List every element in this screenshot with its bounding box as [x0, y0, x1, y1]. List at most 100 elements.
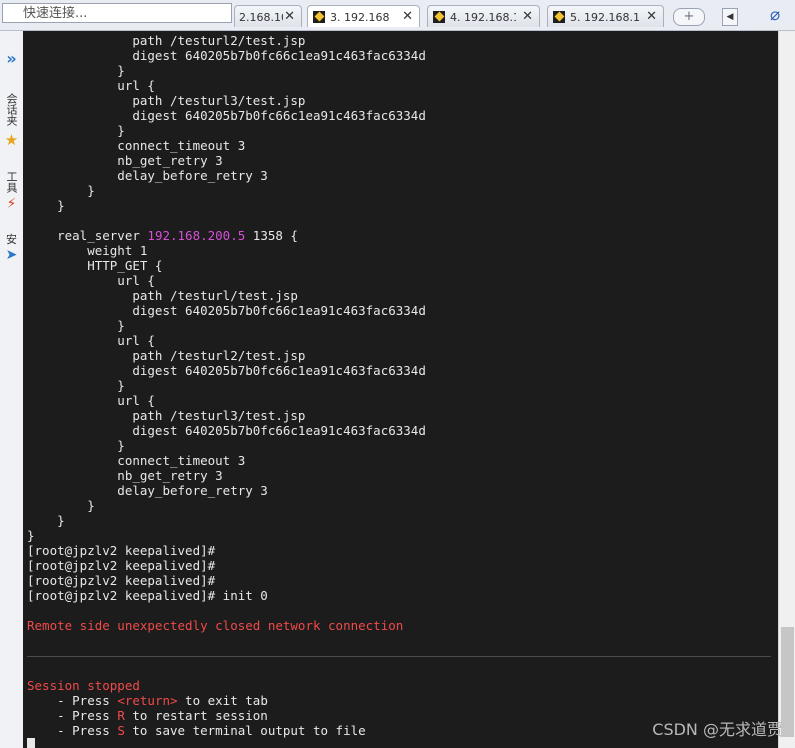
- send-icon[interactable]: ➤: [0, 247, 23, 263]
- left-arrow-icon[interactable]: ◀: [722, 8, 738, 26]
- terminal-line: path /testurl2/test.jsp: [27, 33, 426, 48]
- line-text: [root@jpzlv2 keepalived]#: [27, 543, 216, 558]
- close-tab-icon[interactable]: ✕: [284, 9, 295, 24]
- tab-session-3[interactable]: 3. 192.168 ✕: [307, 5, 420, 27]
- tab-label: 2.168.10: [239, 11, 283, 24]
- line-text: digest 640205b7b0fc66c1ea91c463fac6334d: [27, 363, 426, 378]
- line-text: url {: [27, 273, 155, 288]
- tab-session-2[interactable]: 2.168.10 ✕: [234, 5, 302, 27]
- terminal-line: digest 640205b7b0fc66c1ea91c463fac6334d: [27, 363, 426, 378]
- expand-sidebar-icon[interactable]: »: [0, 49, 23, 68]
- line-text: }: [27, 198, 65, 213]
- hint-text: - Press: [27, 723, 118, 738]
- terminal-line: [root@jpzlv2 keepalived]#: [27, 543, 426, 558]
- terminal-line: digest 640205b7b0fc66c1ea91c463fac6334d: [27, 423, 426, 438]
- line-text: weight 1: [27, 243, 148, 258]
- line-text: digest 640205b7b0fc66c1ea91c463fac6334d: [27, 108, 426, 123]
- terminal-line: }: [27, 498, 426, 513]
- paperclip-icon[interactable]: ⌀: [770, 5, 780, 25]
- terminal-line: url {: [27, 393, 426, 408]
- real-server-ip: 192.168.200.5: [147, 228, 246, 243]
- terminal-line: connect_timeout 3: [27, 453, 426, 468]
- terminal-line: digest 640205b7b0fc66c1ea91c463fac6334d: [27, 108, 426, 123]
- sessions-label: 会话夹: [5, 93, 18, 126]
- terminal-line: path /testurl3/test.jsp: [27, 408, 426, 423]
- terminal-line: [root@jpzlv2 keepalived]#: [27, 573, 426, 588]
- terminal-line: }: [27, 513, 426, 528]
- add-tab-icon[interactable]: +: [673, 8, 705, 26]
- hint-key: <return>: [117, 693, 178, 708]
- terminal-line: path /testurl/test.jsp: [27, 288, 426, 303]
- terminal-line: }: [27, 318, 426, 333]
- terminal-icon: [313, 11, 325, 23]
- tab-bar: 快速连接... 2.168.10 ✕ 3. 192.168 ✕ 4. 192.1…: [0, 0, 795, 31]
- tab-session-4[interactable]: 4. 192.168.10 ✕: [427, 5, 540, 27]
- install-label[interactable]: 安: [0, 231, 23, 247]
- line-text: }: [27, 513, 65, 528]
- terminal-line: }: [27, 183, 426, 198]
- line-text: path /testurl3/test.jsp: [27, 408, 306, 423]
- terminal-line: url {: [27, 78, 426, 93]
- line-text: [root@jpzlv2 keepalived]# init 0: [27, 588, 268, 603]
- line-text: }: [27, 378, 125, 393]
- hint-key: R: [117, 708, 125, 723]
- terminal-line: real_server 192.168.200.5 1358 {: [27, 228, 426, 243]
- terminal-line: - Press S to save terminal output to fil…: [27, 723, 426, 738]
- terminal-output[interactable]: path /testurl2/test.jsp digest 640205b7b…: [23, 31, 778, 748]
- close-tab-icon[interactable]: ✕: [402, 9, 413, 24]
- terminal-line: Session stopped: [27, 678, 426, 693]
- watermark: CSDN @无求道贾: [652, 720, 783, 739]
- line-text: }: [27, 528, 35, 543]
- terminal-line: weight 1: [27, 243, 426, 258]
- hint-text: - Press: [27, 693, 118, 708]
- tab-session-5[interactable]: 5. 192.168.10 ✕: [547, 5, 664, 27]
- terminal-line: }: [27, 63, 426, 78]
- hint-text: to save terminal output to file: [124, 723, 366, 738]
- line-text: digest 640205b7b0fc66c1ea91c463fac6334d: [27, 48, 426, 63]
- terminal-line: path /testurl2/test.jsp: [27, 348, 426, 363]
- terminal-cursor: [27, 738, 35, 748]
- hint-text: to restart session: [124, 708, 268, 723]
- line-text: }: [27, 498, 95, 513]
- error-message: Remote side unexpectedly closed network …: [27, 618, 404, 633]
- left-sidebar: » 会话夹 ★ 工具 ⚡ 安 ➤: [0, 31, 24, 748]
- line-text: }: [27, 123, 125, 138]
- close-tab-icon[interactable]: ✕: [522, 9, 533, 24]
- terminal-line: }: [27, 378, 426, 393]
- plugin-icon[interactable]: ⚡: [0, 196, 23, 212]
- line-text: digest 640205b7b0fc66c1ea91c463fac6334d: [27, 423, 426, 438]
- terminal-line: delay_before_retry 3: [27, 168, 426, 183]
- tab-label: 3. 192.168: [330, 11, 390, 24]
- line-text: path /testurl2/test.jsp: [27, 348, 306, 363]
- terminal-line: digest 640205b7b0fc66c1ea91c463fac6334d: [27, 303, 426, 318]
- terminal-icon: [553, 11, 565, 23]
- tools-panel-label[interactable]: 工具: [0, 171, 23, 195]
- line-text: nb_get_retry 3: [27, 153, 223, 168]
- terminal-line: }: [27, 123, 426, 138]
- terminal-line: }: [27, 528, 426, 543]
- terminal-line: connect_timeout 3: [27, 138, 426, 153]
- terminal-line: url {: [27, 273, 426, 288]
- vertical-scrollbar[interactable]: [778, 31, 795, 748]
- terminal-text: path /testurl2/test.jsp digest 640205b7b…: [27, 33, 426, 738]
- quick-connect-input[interactable]: 快速连接...: [2, 3, 232, 23]
- line-text: path /testurl2/test.jsp: [27, 33, 306, 48]
- terminal-line: Remote side unexpectedly closed network …: [27, 618, 426, 633]
- terminal-icon: [433, 11, 445, 23]
- tools-label: 工具: [5, 171, 18, 193]
- close-tab-icon[interactable]: ✕: [646, 9, 657, 24]
- terminal-line: nb_get_retry 3: [27, 153, 426, 168]
- terminal-line: }: [27, 198, 426, 213]
- hint-key: S: [117, 723, 125, 738]
- terminal-line: nb_get_retry 3: [27, 468, 426, 483]
- terminal-line: delay_before_retry 3: [27, 483, 426, 498]
- hint-text: to exit tab: [177, 693, 268, 708]
- star-icon[interactable]: ★: [0, 131, 23, 149]
- hint-text: - Press: [27, 708, 118, 723]
- sessions-panel-label[interactable]: 会话夹: [0, 93, 23, 128]
- terminal-line: HTTP_GET {: [27, 258, 426, 273]
